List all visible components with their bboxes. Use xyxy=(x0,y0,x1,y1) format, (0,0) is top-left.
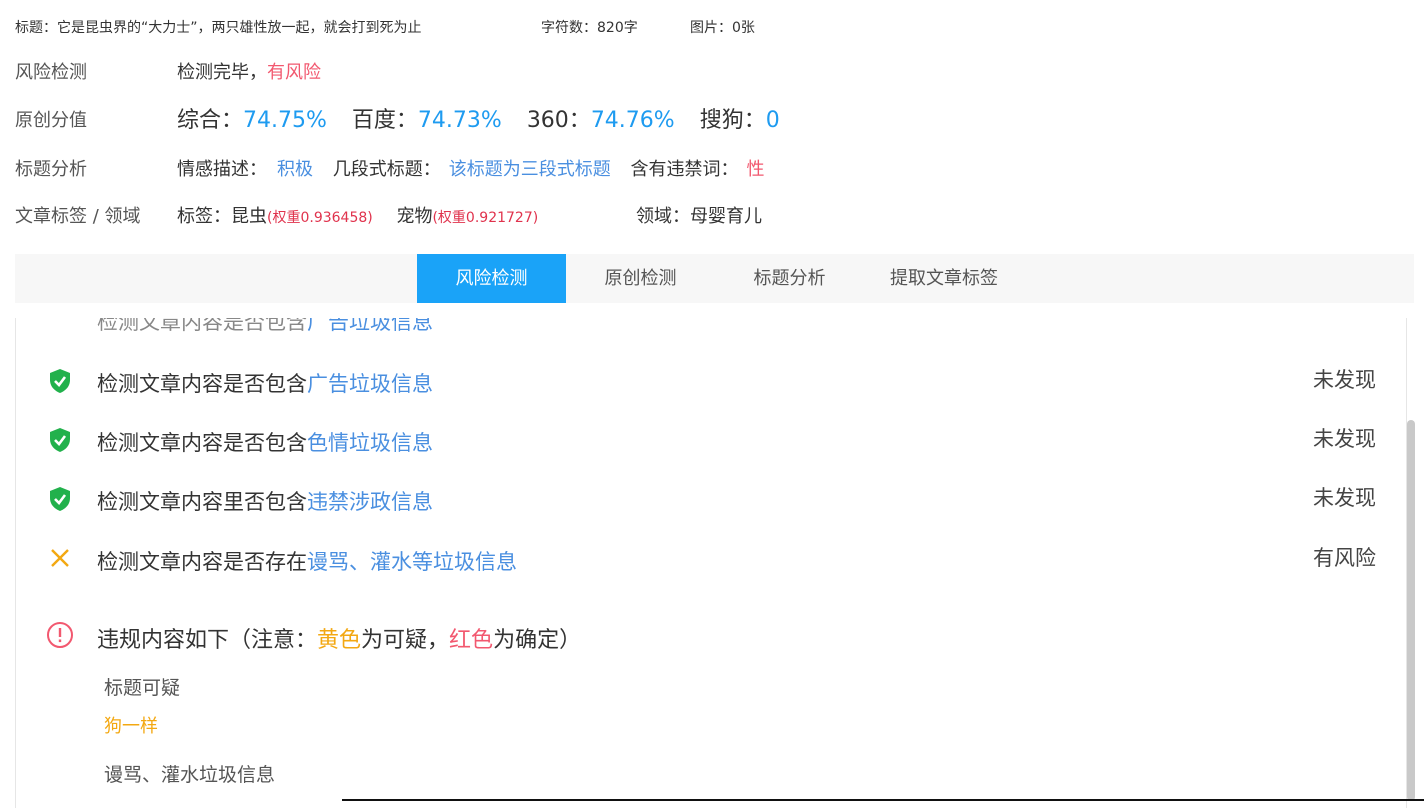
shield-check-icon xyxy=(48,486,72,516)
tags-values: 标签：昆虫(权重0.936458) 宠物(权重0.921727) xyxy=(177,202,538,228)
risk-result: 检测完毕，有风险 xyxy=(177,58,321,84)
violations-heading-pre: 违规内容如下（注意： xyxy=(97,628,318,653)
sogou-score: 0 xyxy=(765,108,780,133)
baidu-label: 百度： xyxy=(351,108,418,133)
s360-score: 74.76% xyxy=(590,108,675,133)
tag-1: 昆虫 xyxy=(231,206,267,227)
hidden-check-prefix: 检测文章内容是否包含 xyxy=(97,318,307,334)
banned-label: 含有违禁词： xyxy=(630,159,739,180)
hidden-check-highlight: 广告垃圾信息 xyxy=(307,318,433,334)
word-count: 字符数：820字 xyxy=(541,20,638,36)
originality-label: 原创分值 xyxy=(15,110,87,131)
check-row-porn: 检测文章内容是否包含色情垃圾信息 xyxy=(97,427,433,457)
alert-circle-icon xyxy=(46,621,74,653)
sogou-label: 搜狗： xyxy=(699,108,766,133)
scrollbar[interactable] xyxy=(1407,420,1415,801)
check-status: 未发现 xyxy=(1313,368,1376,392)
check-row-abuse: 检测文章内容是否存在谩骂、灌水等垃圾信息 xyxy=(97,546,517,576)
banned-value: 性 xyxy=(746,159,765,180)
check-highlight: 违禁涉政信息 xyxy=(307,490,433,514)
check-prefix: 检测文章内容是否包含 xyxy=(97,431,307,455)
check-prefix: 检测文章内容是否包含 xyxy=(97,372,307,396)
risk-label: 风险检测 xyxy=(15,62,87,83)
red-word: 红色 xyxy=(449,628,494,653)
tags-label: 文章标签 / 领域 xyxy=(15,206,141,227)
check-status: 未发现 xyxy=(1313,427,1376,451)
cross-icon xyxy=(49,547,71,573)
article-title-meta: 标题：它是昆虫界的“大力士”，两只雄性放一起，就会打到死为止 xyxy=(15,20,422,36)
domain-value: 领域：母婴育儿 xyxy=(636,206,762,227)
violations-heading: 违规内容如下（注意：黄色为可疑，红色为确定） xyxy=(97,622,581,654)
check-status: 未发现 xyxy=(1313,486,1376,510)
risk-prefix: 检测完毕， xyxy=(177,62,267,83)
title-suspicious-label: 标题可疑 xyxy=(104,677,181,699)
shield-check-icon xyxy=(48,427,72,457)
violations-heading-mid: 为可疑， xyxy=(361,628,450,653)
tab-extract-tags[interactable]: 提取文章标签 xyxy=(864,254,1024,303)
check-highlight: 色情垃圾信息 xyxy=(307,431,433,455)
check-prefix: 检测文章内容里否包含 xyxy=(97,490,307,514)
tag-2-weight: (权重0.921727) xyxy=(432,210,539,226)
emotion-value: 积极 xyxy=(277,159,313,180)
check-status-risk: 有风险 xyxy=(1313,546,1376,570)
emotion-label: 情感描述： xyxy=(177,159,267,180)
check-highlight: 广告垃圾信息 xyxy=(307,372,433,396)
originality-scores: 综合：74.75% 百度：74.73% 360：74.76% 搜狗：0 xyxy=(177,102,780,134)
segments-value: 该标题为三段式标题 xyxy=(448,159,611,180)
tab-original-detection[interactable]: 原创检测 xyxy=(566,254,715,303)
shield-check-icon xyxy=(48,368,72,398)
yellow-word: 黄色 xyxy=(317,628,362,653)
hidden-check-row: 检测文章内容是否包含广告垃圾信息 xyxy=(97,318,433,336)
tag-1-weight: (权重0.936458) xyxy=(267,210,373,226)
overall-score: 74.75% xyxy=(243,108,327,133)
title-analysis-label: 标题分析 xyxy=(15,159,87,180)
title-suspicious-word: 狗一样 xyxy=(104,716,158,737)
image-count: 图片：0张 xyxy=(690,20,755,36)
abuse-label: 谩骂、灌水垃圾信息 xyxy=(104,764,276,786)
segments-label: 几段式标题： xyxy=(332,159,441,180)
violations-heading-post: 为确定） xyxy=(493,628,582,653)
risk-panel: 检测文章内容是否包含广告垃圾信息 检测文章内容是否包含广告垃圾信息 未发现 检测… xyxy=(15,318,1407,808)
risk-status: 有风险 xyxy=(267,62,321,83)
title-analysis-values: 情感描述： 积极 几段式标题： 该标题为三段式标题 含有违禁词： 性 xyxy=(177,155,764,181)
tag-label: 标签： xyxy=(177,206,231,227)
overall-label: 综合： xyxy=(177,108,244,133)
tab-risk-detection[interactable]: 风险检测 xyxy=(417,254,566,303)
tag-2: 宠物 xyxy=(396,206,433,227)
check-prefix: 检测文章内容是否存在 xyxy=(97,550,307,574)
baidu-score: 74.73% xyxy=(417,108,502,133)
check-row-political: 检测文章内容里否包含违禁涉政信息 xyxy=(97,486,433,516)
check-row-ads: 检测文章内容是否包含广告垃圾信息 xyxy=(97,368,433,398)
check-highlight: 谩骂、灌水等垃圾信息 xyxy=(307,550,517,574)
tab-title-analysis[interactable]: 标题分析 xyxy=(715,254,864,303)
s360-label: 360： xyxy=(526,108,591,133)
tab-bar: 风险检测 原创检测 标题分析 提取文章标签 xyxy=(15,254,1414,303)
